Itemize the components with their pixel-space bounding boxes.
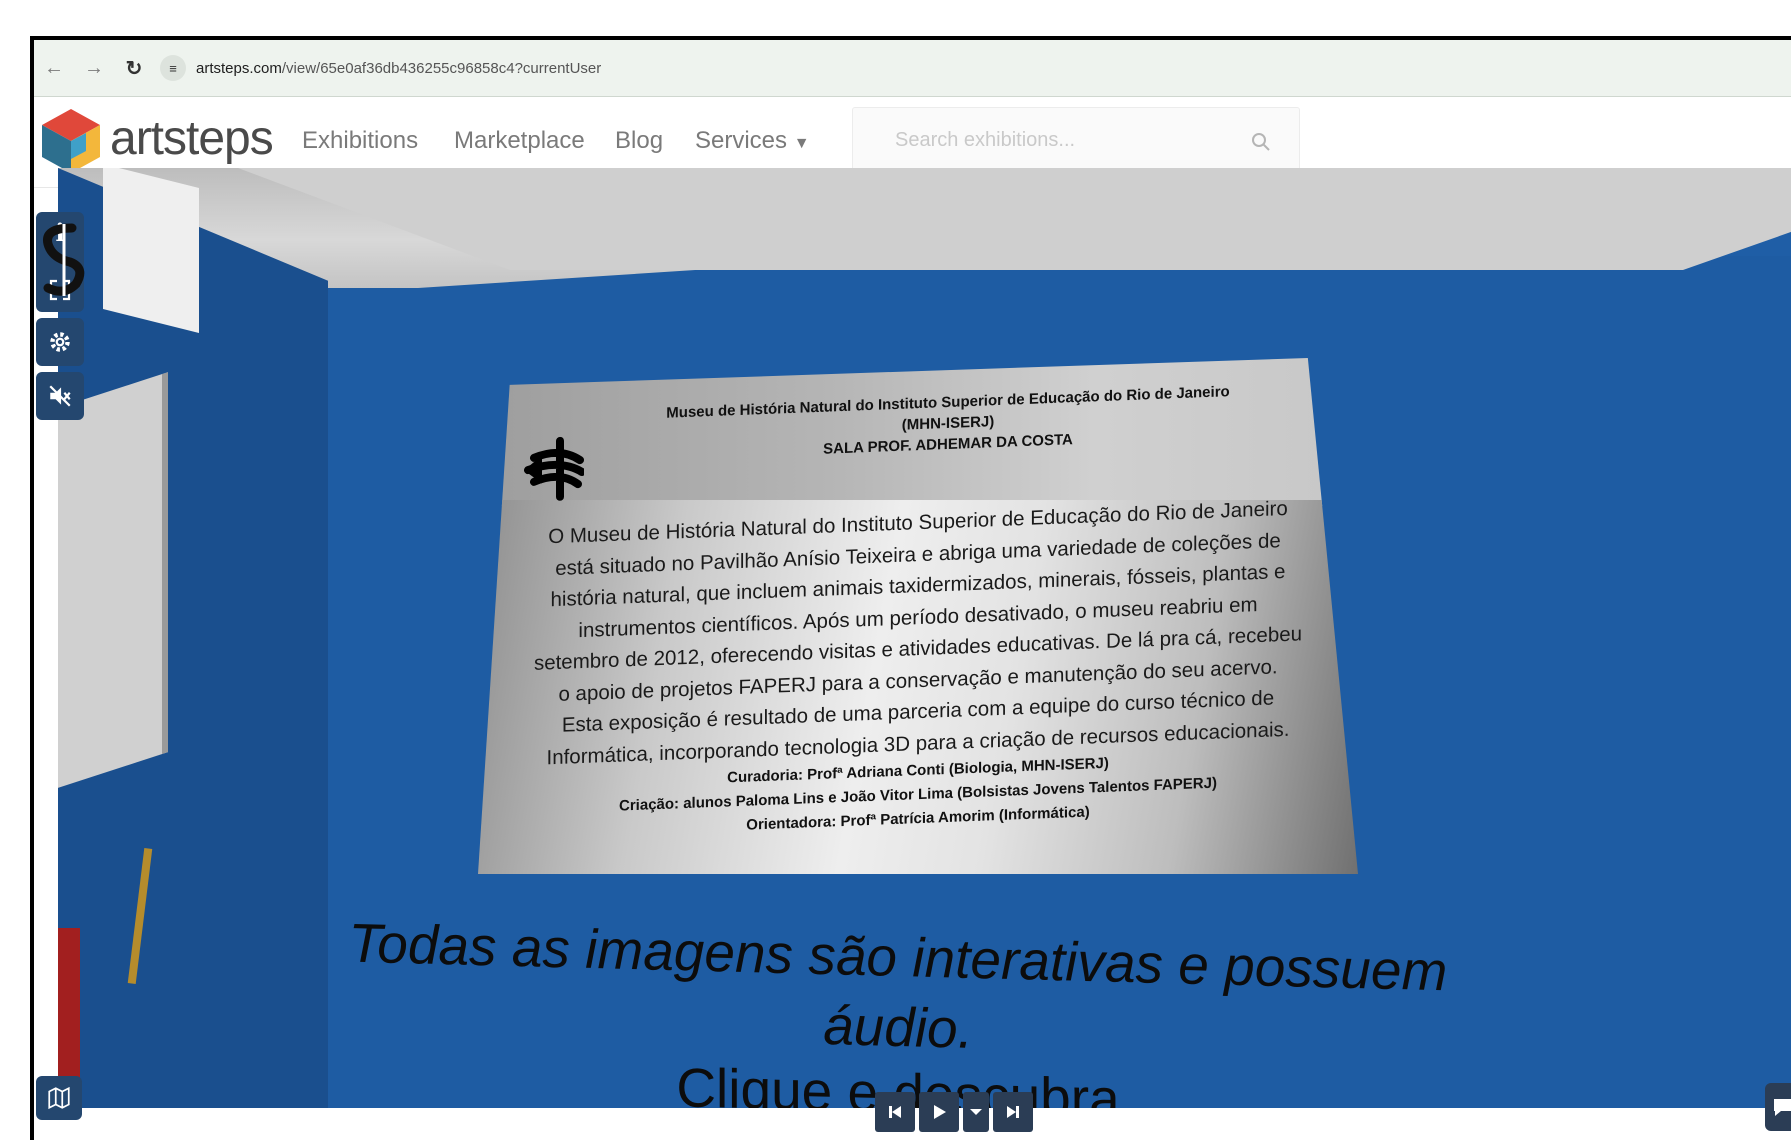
previous-button[interactable] <box>875 1092 915 1132</box>
artsteps-logo-icon[interactable] <box>40 107 102 175</box>
nav-services-label: Services <box>695 127 788 154</box>
search-input[interactable] <box>893 128 1237 153</box>
nav-marketplace[interactable]: Marketplace <box>454 127 585 155</box>
speed-dropdown[interactable] <box>963 1092 989 1132</box>
ceiling-trim <box>238 168 1791 270</box>
back-button[interactable]: ← <box>34 57 74 80</box>
url-path: /view/65e0af36db436255c96858c4?currentUs… <box>281 59 602 77</box>
board-description: O Museu de História Natural do Instituto… <box>500 491 1336 775</box>
next-button[interactable] <box>993 1092 1033 1132</box>
chat-button[interactable] <box>1765 1083 1791 1131</box>
nav-services[interactable]: Services ▼ <box>695 127 810 155</box>
info-board-content: Museu de História Natural do Instituto S… <box>478 358 1358 874</box>
gear-icon <box>50 332 70 352</box>
info-board[interactable]: Museu de História Natural do Instituto S… <box>478 358 1358 874</box>
side-artwork-frame[interactable] <box>58 372 168 788</box>
side-artwork-red[interactable] <box>58 928 80 1098</box>
search-box <box>852 107 1300 177</box>
map-icon <box>48 1086 70 1110</box>
nav-exhibitions[interactable]: Exhibitions <box>302 127 418 155</box>
wall-banner-text: Todas as imagens são interativas e possu… <box>298 906 1498 1108</box>
chat-icon <box>1774 1099 1791 1116</box>
music-icon[interactable] <box>34 222 90 298</box>
mute-icon <box>49 385 71 407</box>
settings-button[interactable] <box>36 318 84 366</box>
search-icon[interactable] <box>1249 130 1273 154</box>
address-bar: ← → ↻ ≡ artsteps.com/view/65e0af36db4362… <box>34 40 1791 97</box>
url-field[interactable]: artsteps.com/view/65e0af36db436255c96858… <box>196 60 601 77</box>
forward-button[interactable]: → <box>74 57 114 80</box>
mute-button[interactable] <box>36 372 84 420</box>
chevron-down-icon <box>970 1109 982 1115</box>
3d-exhibition-viewer[interactable]: Museu de História Natural do Instituto S… <box>58 168 1791 1108</box>
skip-forward-icon <box>1007 1106 1019 1118</box>
brand-name[interactable]: artsteps <box>110 111 274 166</box>
side-artwork-frame[interactable] <box>103 168 199 333</box>
play-button[interactable] <box>919 1092 959 1132</box>
reload-button[interactable]: ↻ <box>114 56 154 81</box>
site-info-icon[interactable]: ≡ <box>160 55 186 81</box>
tour-player-controls <box>875 1092 1033 1132</box>
url-domain: artsteps.com <box>196 59 282 77</box>
nav-blog[interactable]: Blog <box>615 127 663 155</box>
board-title: Museu de História Natural do Instituto S… <box>568 377 1328 469</box>
caret-down-icon: ▼ <box>793 135 810 152</box>
map-button[interactable] <box>36 1076 82 1120</box>
skip-back-icon <box>889 1106 901 1118</box>
play-icon <box>934 1105 946 1119</box>
